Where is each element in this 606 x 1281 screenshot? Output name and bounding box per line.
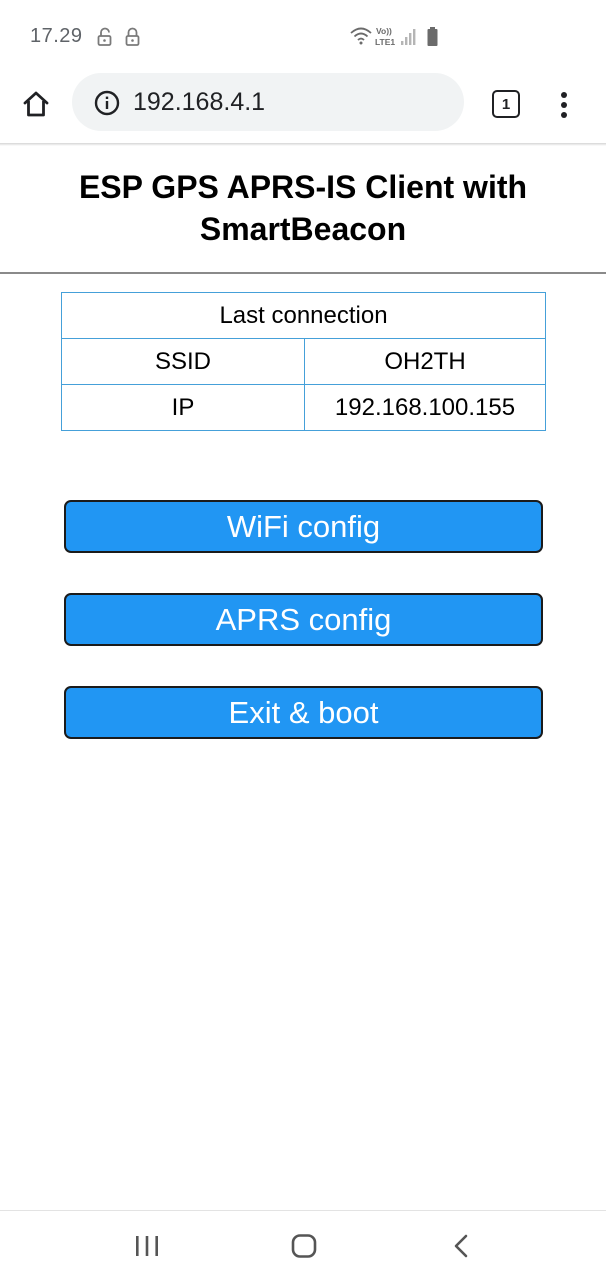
aprs-config-button[interactable]: APRS config: [64, 593, 543, 646]
info-icon[interactable]: [94, 90, 120, 116]
lock-icon: [124, 27, 142, 47]
status-indicators: Vo)) LTE1: [350, 24, 450, 50]
page-title: ESP GPS APRS-IS Client with SmartBeacon: [78, 169, 528, 247]
exit-boot-button[interactable]: Exit & boot: [64, 686, 543, 739]
title-divider: [0, 272, 606, 274]
signal-icon: [401, 29, 416, 45]
toolbar-divider: [0, 143, 606, 146]
more-vert-icon[interactable]: [552, 88, 576, 122]
home-nav-icon[interactable]: [290, 1233, 318, 1259]
status-bar: 17.29 Vo)) LTE1: [0, 0, 606, 72]
tabs-button[interactable]: 1: [492, 90, 520, 118]
table-cell-label: IP: [61, 384, 305, 431]
table-header-row: Last connection: [61, 292, 546, 339]
battery-icon: [427, 27, 438, 46]
back-icon[interactable]: [450, 1233, 474, 1259]
svg-text:Vo)): Vo)): [376, 26, 392, 36]
recents-icon[interactable]: [132, 1233, 162, 1259]
table-cell-value: OH2TH: [304, 338, 546, 385]
address-bar[interactable]: 192.168.4.1: [72, 73, 464, 131]
table-cell-value: 192.168.100.155: [304, 384, 546, 431]
unlock-icon: [96, 27, 114, 47]
tab-count: 1: [501, 95, 511, 113]
browser-toolbar: 192.168.4.1 1: [0, 72, 606, 144]
last-connection-table: Last connection SSID OH2TH IP 192.168.10…: [61, 292, 546, 431]
svg-text:LTE1: LTE1: [375, 37, 395, 47]
table-cell-label: SSID: [61, 338, 305, 385]
url-text[interactable]: 192.168.4.1: [133, 88, 265, 117]
home-button[interactable]: [18, 86, 54, 122]
table-row: SSID OH2TH: [61, 338, 546, 385]
status-time: 17.29: [30, 25, 83, 47]
volte-lte1-icon: Vo)) LTE1: [375, 26, 395, 47]
home-icon: [23, 91, 49, 117]
table-header: Last connection: [61, 292, 546, 339]
table-row: IP 192.168.100.155: [61, 384, 546, 431]
wifi-config-button[interactable]: WiFi config: [64, 500, 543, 553]
navigation-bar: [0, 1210, 606, 1281]
wifi-icon: [350, 27, 372, 45]
